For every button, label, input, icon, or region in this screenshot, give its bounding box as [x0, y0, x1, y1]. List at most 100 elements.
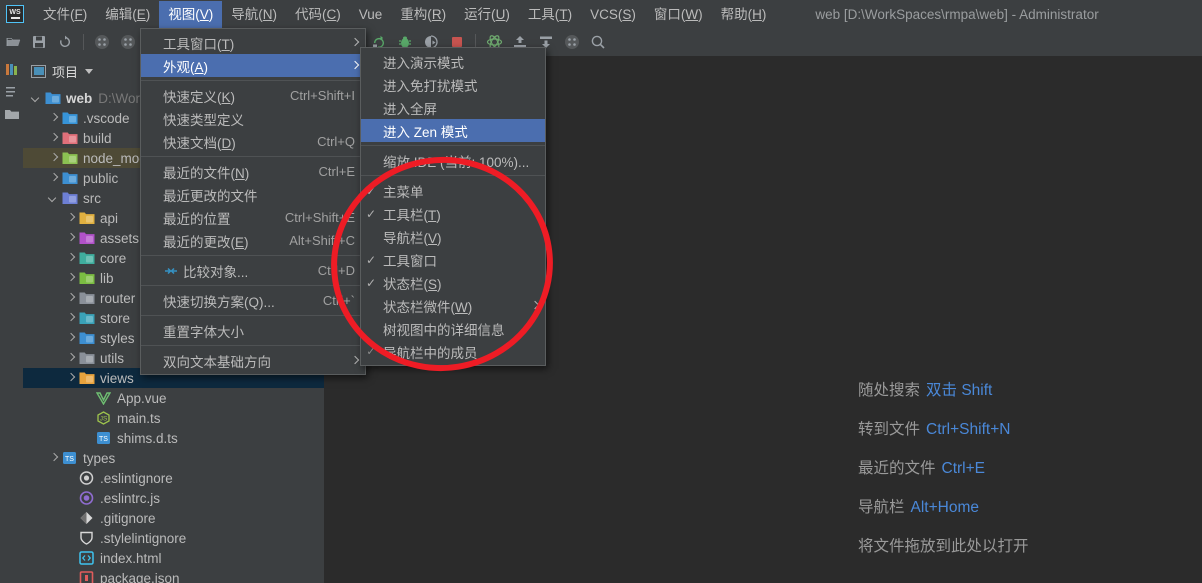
- grid-right-icon[interactable]: [116, 30, 140, 54]
- chevron-right-icon[interactable]: [48, 453, 58, 463]
- chevron-right-icon[interactable]: [65, 293, 75, 303]
- open-folder-icon[interactable]: [1, 30, 25, 54]
- folder-public-icon: [62, 171, 78, 185]
- project-tool-icon[interactable]: [4, 62, 20, 78]
- menu-item-row[interactable]: 最近的更改(E) Alt+Shift+C: [141, 229, 365, 252]
- menu-item-row[interactable]: 进入 Zen 模式: [361, 119, 545, 142]
- tree-row[interactable]: .eslintignore: [23, 468, 324, 488]
- menu-item-label: 导航栏中的成员: [383, 345, 478, 361]
- search-everywhere-icon[interactable]: [586, 30, 610, 54]
- tree-row[interactable]: package.json: [23, 568, 324, 583]
- menu-item-row[interactable]: 比较对象... Ctrl+D: [141, 259, 365, 282]
- sync-refresh-icon[interactable]: [53, 30, 77, 54]
- menu-item-row[interactable]: 双向文本基础方向: [141, 349, 365, 372]
- chevron-right-icon[interactable]: [48, 173, 58, 183]
- menu-item-row[interactable]: ✓ 工具窗口: [361, 248, 545, 271]
- tree-item-label: styles: [100, 330, 135, 346]
- folder-src-icon: [62, 191, 78, 205]
- menu-item-row[interactable]: 最近更改的文件: [141, 183, 365, 206]
- chevron-right-icon[interactable]: [65, 213, 75, 223]
- menu-item-row[interactable]: ✓ 导航栏中的成员: [361, 340, 545, 363]
- chevron-right-icon[interactable]: [65, 233, 75, 243]
- menubar-item-11[interactable]: 帮助(H): [712, 1, 776, 28]
- menubar-item-4[interactable]: 代码(C): [286, 1, 350, 28]
- appearance-submenu-popup[interactable]: 进入演示模式 进入免打扰模式 进入全屏 进入 Zen 模式 缩放 IDE (当前: 10…: [360, 47, 546, 366]
- editor-hints: 随处搜索 双击 Shift 转到文件 Ctrl+Shift+N 最近的文件 Ctrl+E 导…: [858, 371, 1029, 566]
- menubar-item-6[interactable]: 重构(R): [391, 1, 455, 28]
- settings-grid-icon[interactable]: [560, 30, 584, 54]
- menubar-item-0[interactable]: 文件(F): [34, 1, 96, 28]
- menu-item-label: 快速文档(D): [163, 135, 236, 151]
- menubar-item-5[interactable]: Vue: [350, 1, 392, 28]
- editor-hint-row: 最近的文件 Ctrl+E: [858, 449, 1029, 488]
- editor-hint-text: 随处搜索: [858, 382, 921, 399]
- tree-item-label: main.ts: [117, 410, 161, 426]
- menu-item-row[interactable]: 工具窗口(T): [141, 31, 365, 54]
- chevron-down-icon[interactable]: [85, 68, 94, 74]
- chevron-right-icon[interactable]: [48, 133, 58, 143]
- menu-item-row[interactable]: 导航栏(V): [361, 225, 545, 248]
- chevron-right-icon[interactable]: [48, 153, 58, 163]
- menu-item-row[interactable]: 缩放 IDE (当前: 100%)...: [361, 149, 545, 172]
- folder-node-icon: [62, 151, 78, 165]
- editor-hint-row: 导航栏 Alt+Home: [858, 488, 1029, 527]
- menu-item-row[interactable]: 状态栏微件(W): [361, 294, 545, 317]
- menu-item-row[interactable]: 快速切换方案(Q)... Ctrl+`: [141, 289, 365, 312]
- chevron-right-icon[interactable]: [65, 353, 75, 363]
- menu-item-row[interactable]: ✓ 主菜单: [361, 179, 545, 202]
- left-tool-strip[interactable]: [0, 56, 24, 583]
- menubar-item-2[interactable]: 视图(V): [159, 0, 223, 28]
- save-all-icon[interactable]: [27, 30, 51, 54]
- menu-item-row[interactable]: 快速类型定义: [141, 107, 365, 130]
- bookmarks-tool-icon[interactable]: [4, 106, 20, 122]
- menu-item-label: 外观(A): [163, 59, 209, 75]
- menu-item-row[interactable]: ✓ 状态栏(S): [361, 271, 545, 294]
- folder-store-icon: [79, 311, 95, 325]
- menu-item-shortcut: Alt+Shift+C: [289, 233, 355, 248]
- menubar-item-9[interactable]: VCS(S): [581, 1, 645, 28]
- menubar-item-3[interactable]: 导航(N): [222, 1, 286, 28]
- tree-row[interactable]: .gitignore: [23, 508, 324, 528]
- menubar-item-7[interactable]: 运行(U): [455, 1, 519, 28]
- menubar-item-8[interactable]: 工具(T): [519, 1, 581, 28]
- tree-row[interactable]: index.html: [23, 548, 324, 568]
- menu-item-row[interactable]: 进入演示模式: [361, 50, 545, 73]
- menu-item-row[interactable]: 进入免打扰模式: [361, 73, 545, 96]
- menu-item-row[interactable]: ✓ 工具栏(T): [361, 202, 545, 225]
- tree-row[interactable]: TS shims.d.ts: [23, 428, 324, 448]
- chevron-right-icon[interactable]: [48, 113, 58, 123]
- tree-item-label: api: [100, 210, 119, 226]
- structure-tool-icon[interactable]: [4, 84, 20, 100]
- gitignore-icon: [79, 511, 95, 525]
- tree-row[interactable]: JS main.ts: [23, 408, 324, 428]
- menu-item-row[interactable]: 快速定义(K) Ctrl+Shift+I: [141, 84, 365, 107]
- menu-item-row[interactable]: 快速文档(D) Ctrl+Q: [141, 130, 365, 153]
- tree-item-label: public: [83, 170, 119, 186]
- view-menu-popup[interactable]: 工具窗口(T) 外观(A) 快速定义(K) Ctrl+Shift+I 快速类型定义 快速文…: [140, 28, 366, 375]
- menu-bar[interactable]: 文件(F) 编辑(E) 视图(V) 导航(N) 代码(C) Vue 重构(R) 运行(U) 工具…: [34, 0, 775, 28]
- menu-item-row[interactable]: 最近的位置 Ctrl+Shift+E: [141, 206, 365, 229]
- menu-separator: [141, 285, 365, 286]
- menu-separator: [141, 345, 365, 346]
- tree-row[interactable]: TS types: [23, 448, 324, 468]
- chevron-right-icon[interactable]: [65, 313, 75, 323]
- menubar-item-1[interactable]: 编辑(E): [96, 1, 159, 28]
- chevron-down-icon[interactable]: [31, 93, 41, 103]
- chevron-right-icon[interactable]: [65, 273, 75, 283]
- grid-left-icon[interactable]: [90, 30, 114, 54]
- menu-item-row[interactable]: 进入全屏: [361, 96, 545, 119]
- menu-item-row[interactable]: 外观(A): [141, 54, 365, 77]
- menu-item-row[interactable]: 树视图中的详细信息: [361, 317, 545, 340]
- tree-row[interactable]: .stylelintignore: [23, 528, 324, 548]
- menu-item-row[interactable]: 最近的文件(N) Ctrl+E: [141, 160, 365, 183]
- menubar-item-10[interactable]: 窗口(W): [645, 1, 712, 28]
- chevron-right-icon[interactable]: [65, 253, 75, 263]
- tree-row[interactable]: App.vue: [23, 388, 324, 408]
- chevron-right-icon[interactable]: [65, 373, 75, 383]
- tree-item-label: App.vue: [117, 390, 167, 406]
- chevron-down-icon[interactable]: [48, 193, 58, 203]
- tree-row[interactable]: .eslintrc.js: [23, 488, 324, 508]
- menu-item-row[interactable]: 重置字体大小: [141, 319, 365, 342]
- chevron-right-icon[interactable]: [65, 333, 75, 343]
